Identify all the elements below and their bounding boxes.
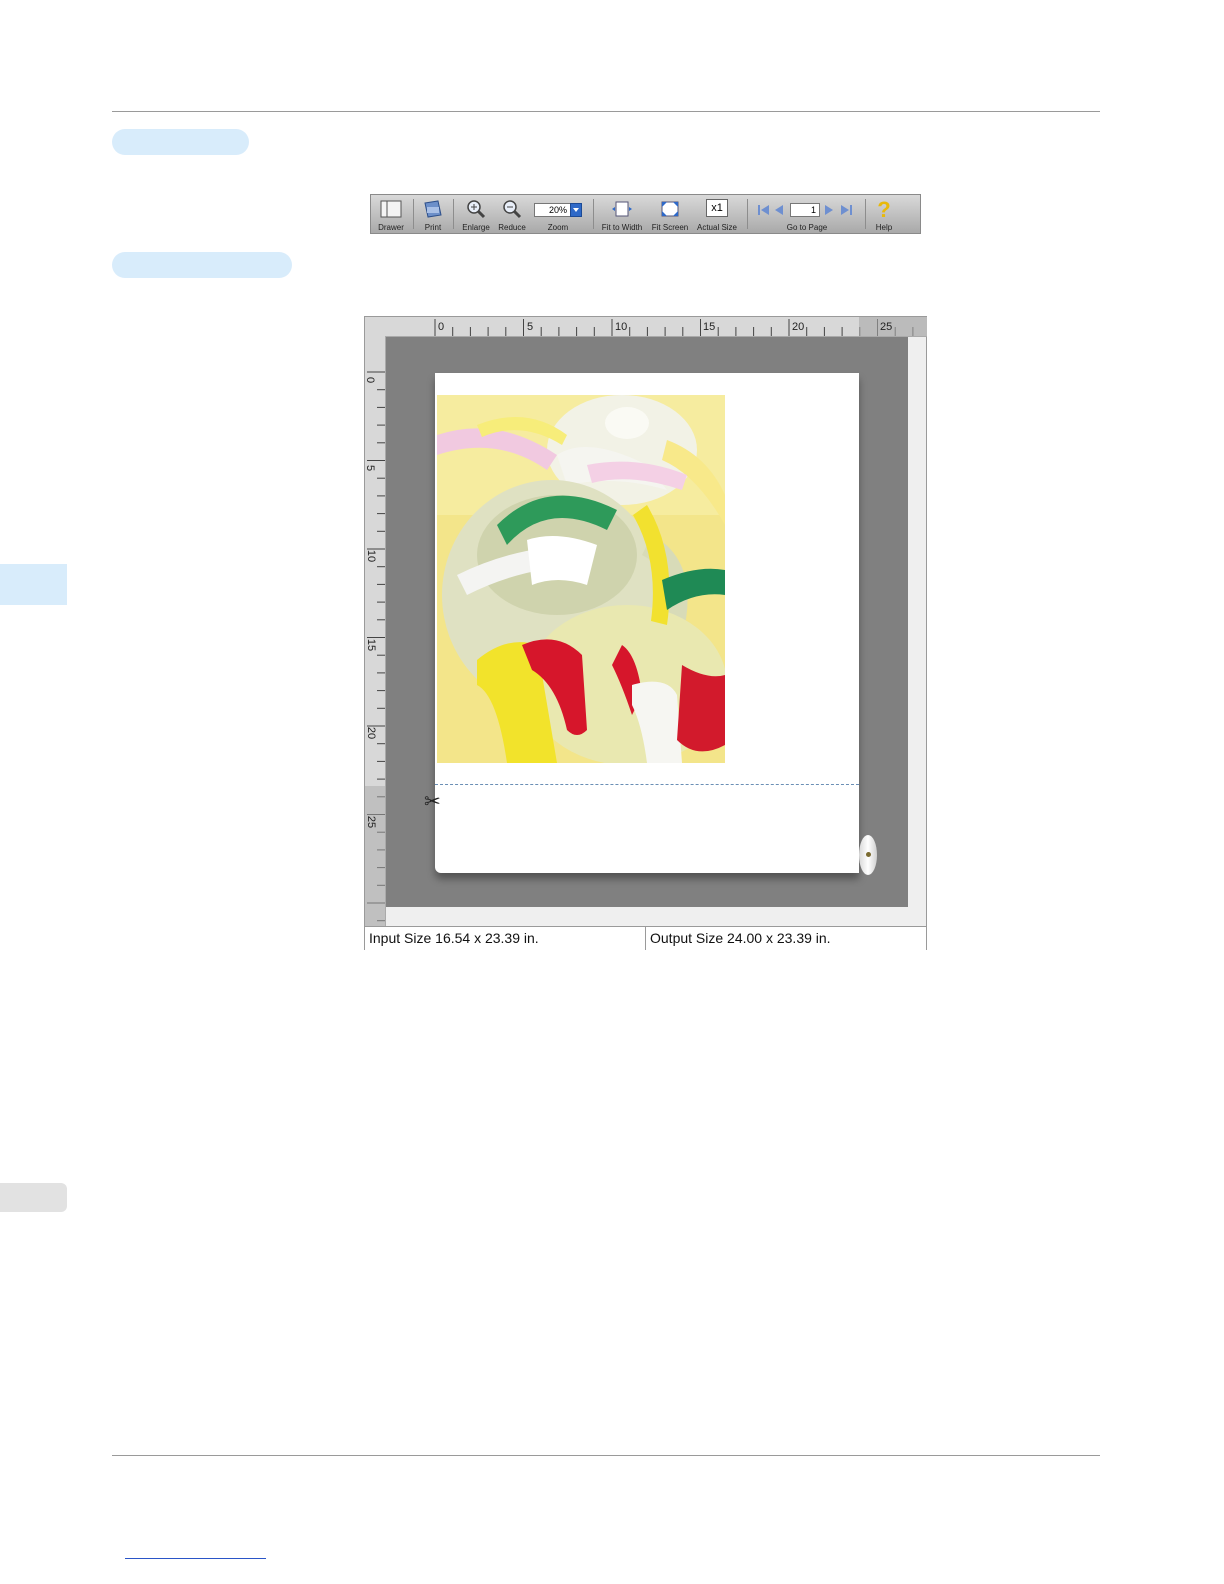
toolbar-separator [593, 199, 594, 229]
horizontal-scrollbar[interactable] [386, 907, 926, 925]
ruler-top-label: 5 [527, 321, 534, 333]
ruler-left-label: 5 [364, 464, 377, 472]
toolbar-separator [453, 199, 454, 229]
preview-photo [437, 395, 725, 763]
zoom-control: Zoom [533, 195, 583, 233]
ruler-top-label: 10 [615, 321, 628, 333]
preview-canvas[interactable]: ✂ [386, 337, 908, 907]
actual-size-label: Actual Size [696, 223, 738, 232]
toolbar-separator [413, 199, 414, 229]
vertical-ruler: 0 5 10 15 20 25 [364, 336, 386, 926]
page-number-field[interactable]: 1 [790, 203, 820, 217]
fit-to-width-button[interactable]: Fit to Width [599, 195, 645, 233]
enlarge-button[interactable]: Enlarge [459, 195, 493, 233]
chapter-side-tab [0, 564, 67, 605]
help-icon: ? [877, 197, 891, 222]
ruler-left-label: 0 [364, 376, 377, 384]
reduce-button[interactable]: Reduce [495, 195, 529, 233]
help-button[interactable]: ? Help [869, 195, 899, 233]
first-page-icon[interactable] [757, 203, 771, 217]
zoom-in-icon [467, 200, 486, 219]
header-rule [112, 111, 1100, 112]
ruler-top-label: 20 [792, 321, 805, 333]
ruler-left-label: 25 [365, 815, 378, 829]
print-label: Print [424, 223, 442, 232]
zoom-out-icon [503, 200, 522, 219]
preview-toolbar: Drawer Print Enlarge Reduce 20% Zoom Fit… [370, 194, 921, 234]
help-label: Help [875, 223, 893, 232]
actual-size-button[interactable]: x1 Actual Size [695, 195, 739, 233]
reduce-label: Reduce [498, 223, 526, 232]
drawer-label: Drawer [378, 223, 404, 232]
roll-paper-sheet [435, 373, 859, 873]
ruler-top-label: 0 [438, 321, 445, 333]
toolbar-separator [747, 199, 748, 229]
index-side-tab [0, 1183, 67, 1212]
ruler-left-label: 20 [365, 726, 378, 740]
paper-roll-icon [859, 835, 877, 875]
status-bar: Input Size 16.54 x 23.39 in. Output Size… [365, 926, 926, 950]
next-page-icon[interactable] [823, 203, 835, 217]
ruler-top-label: 25 [880, 321, 893, 333]
section-pill-2 [112, 252, 292, 278]
fit-to-width-icon [612, 201, 632, 217]
horizontal-ruler: 0 5 10 15 20 25 [365, 317, 927, 337]
print-icon [424, 200, 442, 218]
print-button[interactable]: Print [415, 195, 451, 233]
toolbar-separator [865, 199, 866, 229]
previous-page-icon[interactable] [773, 203, 785, 217]
go-to-page-label: Go to Page [786, 223, 828, 232]
fit-screen-label: Fit Screen [651, 223, 689, 232]
drawer-button[interactable]: Drawer [373, 195, 409, 233]
enlarge-label: Enlarge [462, 223, 490, 232]
footer-link-underline[interactable] [125, 1558, 266, 1559]
ruler-left-label: 15 [365, 638, 378, 652]
ruler-top-label: 15 [703, 321, 716, 333]
input-size-status: Input Size 16.54 x 23.39 in. [369, 930, 539, 946]
print-preview-window: 0 5 10 15 20 25 0 5 10 15 20 25 ✂ Input … [364, 316, 927, 950]
scissors-icon: ✂ [424, 791, 441, 813]
footer-rule [112, 1455, 1100, 1456]
fit-screen-icon [661, 201, 679, 217]
cut-line [435, 784, 859, 785]
vertical-scrollbar[interactable] [908, 337, 926, 907]
fit-screen-button[interactable]: Fit Screen [649, 195, 691, 233]
drawer-icon [380, 200, 402, 218]
zoom-label: Zoom [547, 223, 569, 232]
actual-size-icon: x1 [706, 199, 728, 217]
fit-to-width-label: Fit to Width [601, 223, 643, 232]
ruler-left-label: 10 [365, 549, 378, 563]
section-pill-1 [112, 129, 249, 155]
output-size-status: Output Size 24.00 x 23.39 in. [650, 930, 831, 946]
last-page-icon[interactable] [839, 203, 853, 217]
